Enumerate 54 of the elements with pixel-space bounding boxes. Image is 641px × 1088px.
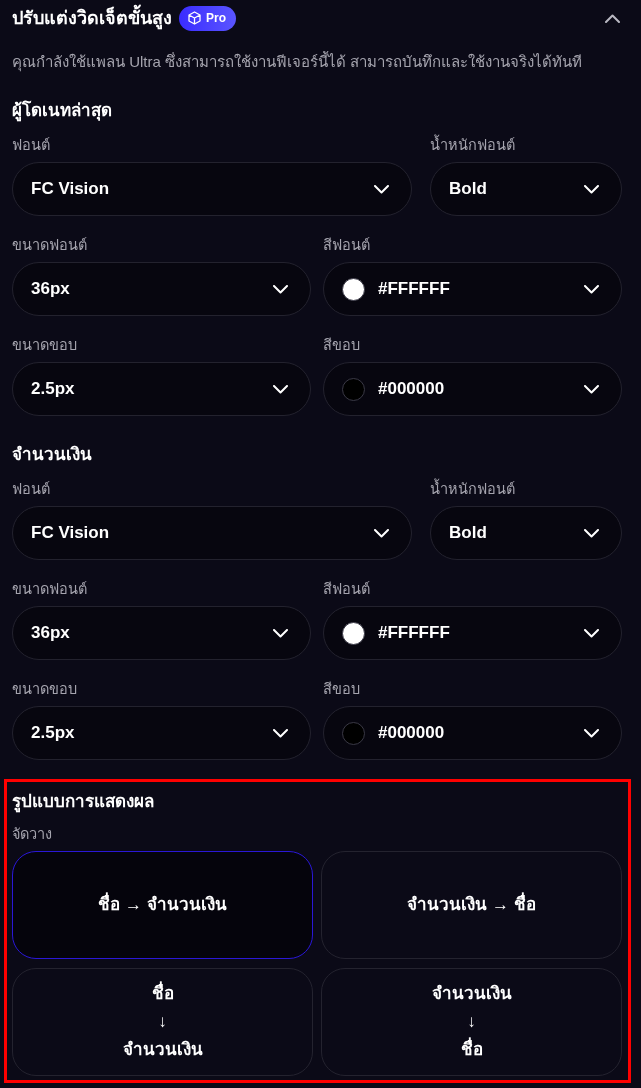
layout-option[interactable]: จำนวนเงิน ↓ ชื่อ [321,968,622,1076]
field-label: ขนาดฟอนต์ [12,236,88,255]
cube-icon [188,11,201,25]
select-field[interactable]: 2.5px [12,362,311,416]
select-field[interactable]: Bold [430,162,622,216]
collapse-toggle-button[interactable] [605,13,620,23]
chevron-down-icon [273,628,288,638]
color-select-field[interactable]: #000000 [323,706,622,760]
color-swatch-icon [342,721,365,745]
section-heading: รูปแบบการแสดงผล [12,791,155,814]
chevron-down-icon [584,384,599,394]
chevron-down-icon [374,528,389,538]
chevron-down-icon [584,284,599,294]
select-field[interactable]: Bold [430,506,622,560]
layout-option[interactable]: จำนวนเงิน → ชื่อ [321,851,622,959]
field-label: สีฟอนต์ [323,580,371,599]
section-heading: จำนวนเงิน [12,444,93,466]
color-swatch-icon [342,277,365,301]
plan-description: คุณกำลังใช้แพลน Ultra ซึ่งสามารถใช้งานฟีเจอร์นี้ได้ สามารถบันทึกและใช้งานจริงได้ทันที [12,51,584,73]
layout-option[interactable]: ชื่อ → จำนวนเงิน [12,851,313,959]
chevron-down-icon [584,628,599,638]
field-label: ขนาดขอบ [12,680,78,699]
field-label: จัดวาง [12,825,53,844]
field-label: ฟอนต์ [12,136,51,155]
color-select-field[interactable]: #000000 [323,362,622,416]
field-label: ขนาดขอบ [12,336,78,355]
layout-option[interactable]: ชื่อ ↓ จำนวนเงิน [12,968,313,1076]
chevron-down-icon [273,284,288,294]
select-field[interactable]: 36px [12,606,311,660]
chevron-down-icon [273,728,288,738]
field-label: น้ำหนักฟอนต์ [430,135,622,155]
select-field[interactable]: 2.5px [12,706,311,760]
section-heading: ผู้โดเนทล่าสุด [12,99,113,123]
select-field[interactable]: FC Vision [12,506,412,560]
chevron-down-icon [374,184,389,194]
color-select-field[interactable]: #FFFFFF [323,262,622,316]
chevron-down-icon [273,384,288,394]
field-label: สีขอบ [323,680,361,699]
color-select-field[interactable]: #FFFFFF [323,606,622,660]
select-field[interactable]: 36px [12,262,311,316]
field-label: สีฟอนต์ [323,236,371,255]
color-swatch-icon [342,377,365,401]
field-label: น้ำหนักฟอนต์ [430,479,622,499]
widget-settings-title: ปรับแต่งวิดเจ็ตขั้นสูง [12,4,172,32]
chevron-down-icon [584,528,599,538]
select-field[interactable]: FC Vision [12,162,412,216]
pro-label: Pro [206,10,226,27]
chevron-down-icon [584,728,599,738]
chevron-down-icon [584,184,599,194]
field-label: ขนาดฟอนต์ [12,580,88,599]
field-label: สีขอบ [323,336,361,355]
color-swatch-icon [342,621,365,645]
field-label: ฟอนต์ [12,480,51,499]
chevron-up-icon [605,13,620,23]
